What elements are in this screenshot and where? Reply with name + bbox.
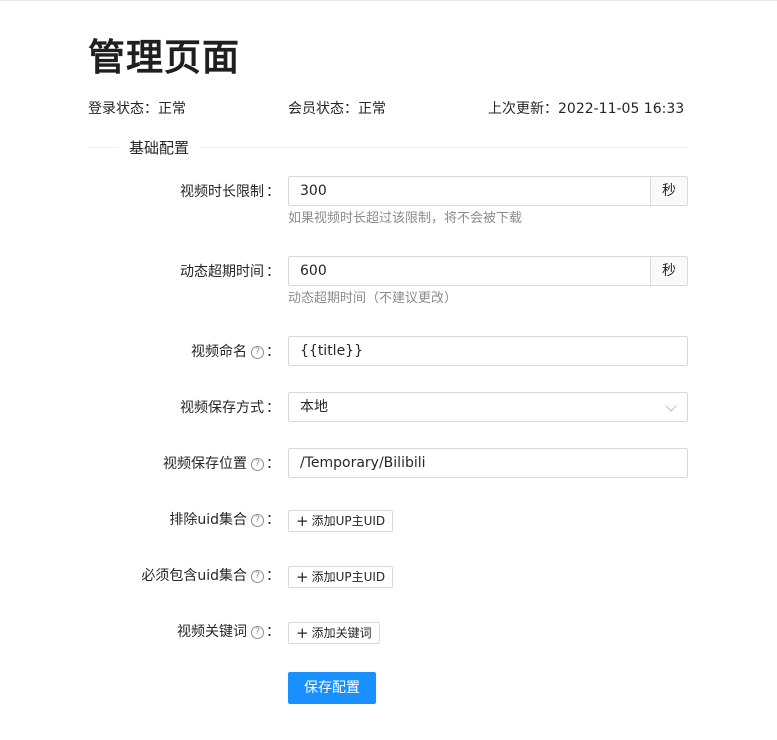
question-circle-icon[interactable]: ?	[251, 513, 264, 527]
last-update: 上次更新：2022-11-05 16:33	[488, 101, 685, 117]
duration-limit-help: 如果视频时长超过该限制，将不会被下载	[288, 211, 523, 226]
keywords-label-text: 视频关键词	[177, 624, 247, 640]
login-status: 登录状态：正常	[88, 101, 186, 117]
timeout-help: 动态超期时间（不建议更改）	[288, 291, 458, 306]
duration-limit-unit: 秒	[650, 176, 688, 206]
plus-icon: +	[296, 624, 309, 642]
question-circle-icon[interactable]: ?	[251, 569, 264, 583]
member-status: 会员状态：正常	[288, 101, 386, 117]
add-include-uid-button[interactable]: + 添加UP主UID	[288, 566, 394, 588]
save-path-label: 视频保存位置 ?：	[163, 454, 280, 474]
section-title: 基础配置	[118, 138, 201, 158]
save-path-label-text: 视频保存位置	[163, 456, 247, 472]
page-title: 管理页面	[88, 36, 240, 79]
include-uid-label-text: 必须包含uid集合	[141, 568, 247, 584]
naming-input[interactable]: {{title}}	[288, 336, 688, 366]
timeout-input[interactable]: 600	[288, 256, 651, 286]
exclude-uid-label-text: 排除uid集合	[169, 512, 247, 528]
naming-label-text: 视频命名	[191, 344, 247, 360]
add-exclude-uid-label: 添加UP主UID	[311, 514, 386, 528]
top-border	[0, 0, 777, 1]
label-colon: ：	[266, 184, 280, 200]
save-method-select[interactable]: 本地	[288, 392, 688, 422]
add-include-uid-label: 添加UP主UID	[311, 570, 386, 584]
label-colon: ：	[266, 264, 280, 280]
add-keyword-button[interactable]: + 添加关键词	[288, 622, 380, 644]
save-path-input[interactable]: /Temporary/Bilibili	[288, 448, 688, 478]
add-keyword-label: 添加关键词	[311, 626, 372, 640]
include-uid-label: 必须包含uid集合 ?：	[141, 566, 280, 586]
save-method-value: 本地	[300, 399, 328, 415]
save-method-label-text: 视频保存方式	[180, 400, 264, 416]
add-exclude-uid-button[interactable]: + 添加UP主UID	[288, 510, 394, 532]
label-colon: ：	[266, 568, 280, 584]
plus-icon: +	[296, 568, 309, 586]
timeout-label-text: 动态超期时间	[180, 264, 264, 280]
keywords-label: 视频关键词 ?：	[177, 622, 280, 642]
naming-label: 视频命名 ?：	[191, 342, 280, 362]
label-colon: ：	[266, 400, 280, 416]
timeout-label: 动态超期时间：	[180, 262, 280, 282]
save-config-button[interactable]: 保存配置	[288, 672, 376, 704]
plus-icon: +	[296, 512, 309, 530]
chevron-down-icon	[665, 400, 677, 412]
duration-limit-input[interactable]: 300	[288, 176, 651, 206]
duration-limit-label-text: 视频时长限制	[180, 184, 264, 200]
label-colon: ：	[266, 344, 280, 360]
exclude-uid-label: 排除uid集合 ?：	[169, 510, 280, 530]
save-method-label: 视频保存方式：	[180, 398, 280, 418]
question-circle-icon[interactable]: ?	[251, 345, 264, 359]
timeout-unit: 秒	[650, 256, 688, 286]
question-circle-icon[interactable]: ?	[251, 457, 264, 471]
label-colon: ：	[266, 456, 280, 472]
label-colon: ：	[266, 624, 280, 640]
question-circle-icon[interactable]: ?	[251, 625, 264, 639]
label-colon: ：	[266, 512, 280, 528]
duration-limit-label: 视频时长限制：	[180, 182, 280, 202]
